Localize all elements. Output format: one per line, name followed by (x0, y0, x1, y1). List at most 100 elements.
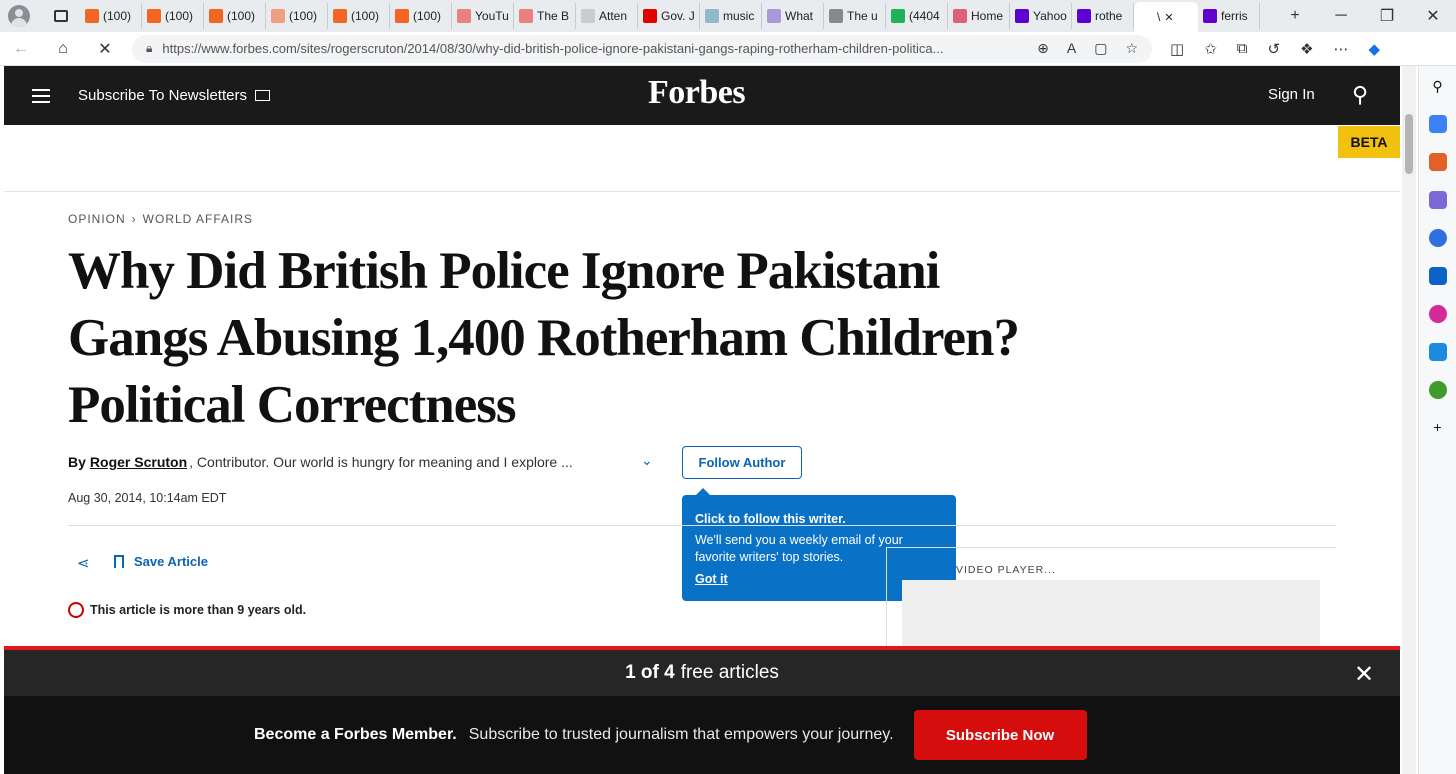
tab-actions-icon[interactable] (54, 10, 68, 22)
free-count: 1 of 4 (625, 662, 675, 683)
sign-in-link[interactable]: Sign In (1268, 86, 1315, 103)
tab-label: rothe (1095, 9, 1123, 23)
grid-icon (829, 9, 843, 23)
byline: By Roger Scruton , Contributor. Our worl… (68, 454, 573, 470)
browser-tab[interactable]: music (700, 3, 762, 29)
browser-tab[interactable]: Home (948, 3, 1010, 29)
byline-by: By (68, 454, 86, 470)
browser-tab[interactable]: YouTu (452, 3, 514, 29)
reader-view-icon[interactable]: ▢ (1094, 40, 1107, 57)
forbes-icon (1139, 10, 1153, 24)
restore-icon[interactable]: ❐ (1364, 6, 1410, 26)
search-ai-icon[interactable]: ⚲ (1352, 82, 1368, 108)
url-text[interactable]: https://www.forbes.com/sites/rogerscruto… (162, 41, 1027, 56)
clock-icon (68, 602, 84, 618)
sidebar-tree-icon[interactable] (1428, 381, 1447, 399)
browser-tab[interactable]: Yahoo (1010, 3, 1072, 29)
membership-subtext: Subscribe to trusted journalism that emp… (468, 726, 894, 743)
follow-author-button[interactable]: Follow Author (682, 446, 802, 479)
sidebar-outlook-icon[interactable] (1428, 267, 1447, 285)
copilot-icon[interactable]: ◆ (1369, 40, 1381, 58)
favorite-star-icon[interactable]: ☆ (1125, 40, 1138, 57)
paywall-banner: 1 of 4 free articles ✕ Become a Forbes M… (4, 646, 1400, 774)
beta-badge[interactable]: BETA (1338, 126, 1400, 158)
split-screen-icon[interactable]: ◫ (1170, 40, 1184, 58)
back-icon[interactable]: ← (0, 40, 42, 58)
close-tab-icon[interactable]: ✕ (1164, 11, 1173, 24)
forbes-page: Subscribe To Newsletters Forbes Sign In … (4, 66, 1400, 774)
browser-tab[interactable]: ferris (1198, 3, 1260, 29)
favorites-icon[interactable]: ✩ (1204, 40, 1217, 58)
url-field[interactable]: 🔒︎ https://www.forbes.com/sites/rogerscr… (132, 34, 1152, 63)
read-aloud-icon[interactable]: A (1067, 40, 1076, 57)
substack-icon (209, 9, 223, 23)
free-articles-bar: 1 of 4 free articles ✕ (4, 650, 1400, 696)
sidebar-games-icon[interactable] (1428, 191, 1447, 209)
tab-label: The B (537, 9, 570, 23)
sidebar-search-icon[interactable]: ⚲ (1432, 78, 1442, 95)
browser-tab[interactable]: Gov. J (638, 3, 700, 29)
collections-icon[interactable]: ⧉ (1237, 40, 1248, 58)
save-article-button[interactable]: Save Article (114, 554, 208, 569)
author-description: , Contributor. Our world is hungry for m… (189, 454, 573, 470)
breadcrumb-world-affairs[interactable]: WORLD AFFAIRS (143, 212, 253, 226)
minimize-icon[interactable]: ─ (1318, 7, 1364, 25)
got-it-link[interactable]: Got it (695, 571, 728, 588)
breadcrumb: OPINION › WORLD AFFAIRS (68, 212, 253, 226)
zoom-icon[interactable]: ⊕ (1037, 40, 1049, 57)
share-icon[interactable]: ⋖ (77, 554, 90, 572)
history-icon[interactable]: ↺ (1267, 40, 1280, 58)
page-scrollbar[interactable] (1402, 66, 1416, 774)
save-article-label: Save Article (134, 554, 208, 569)
browser-tab[interactable]: What (762, 3, 824, 29)
tab-label: (100) (103, 9, 132, 23)
sidebar-add-icon[interactable]: + (1433, 419, 1441, 435)
new-tab-icon[interactable]: + (1272, 7, 1318, 25)
tab-label: \ (1157, 10, 1161, 24)
home-icon[interactable]: ⌂ (42, 40, 84, 58)
sidebar-telegram-icon[interactable] (1428, 343, 1447, 361)
browser-tab[interactable]: (100) (328, 3, 390, 29)
browser-tab[interactable]: (100) (204, 3, 266, 29)
breadcrumb-opinion[interactable]: OPINION (68, 212, 126, 226)
subscribe-now-button[interactable]: Subscribe Now (913, 710, 1087, 760)
extensions-icon[interactable]: ❖ (1300, 40, 1313, 58)
forbes-logo[interactable]: Forbes (648, 74, 746, 112)
tab-label: Yahoo (1033, 9, 1067, 23)
browser-tab-bar: (100) (100) (100) (100) (100) (100) YouTu The B… (0, 0, 1456, 32)
sidebar-shopping-icon[interactable] (1428, 115, 1447, 133)
tab-label: YouTu (475, 9, 509, 23)
chevron-down-icon[interactable]: ⌄ (641, 452, 653, 469)
browser-tab[interactable]: (4404 (886, 3, 948, 29)
sidebar-copilot-icon[interactable] (1428, 229, 1447, 247)
site-header: Subscribe To Newsletters Forbes Sign In … (4, 66, 1400, 125)
close-paywall-icon[interactable]: ✕ (1354, 660, 1374, 689)
sidebar-tools-icon[interactable] (1428, 153, 1447, 171)
address-bar-row: ← ⌂ ✕ 🔒︎ https://www.forbes.com/sites/ro… (0, 32, 1456, 66)
browser-tab[interactable]: (100) (80, 3, 142, 29)
scrollbar-thumb[interactable] (1405, 114, 1413, 174)
profile-avatar-icon[interactable] (8, 5, 30, 27)
browser-tab[interactable]: (100) (390, 3, 452, 29)
browser-tab[interactable]: The u (824, 3, 886, 29)
browser-tab[interactable]: (100) (266, 3, 328, 29)
video-player-label: VIDEO PLAYER... (956, 564, 1056, 576)
browser-tab[interactable]: (100) (142, 3, 204, 29)
browser-tab[interactable]: The B (514, 3, 576, 29)
stop-loading-icon[interactable]: ✕ (84, 39, 126, 59)
more-menu-icon[interactable]: ⋯ (1334, 40, 1349, 58)
menu-hamburger-icon[interactable] (32, 88, 50, 103)
publish-date: Aug 30, 2014, 10:14am EDT (68, 491, 227, 505)
browser-tab[interactable]: rothe (1072, 3, 1134, 29)
browser-tab[interactable]: \ ✕ (1134, 2, 1198, 32)
shield-icon (767, 9, 781, 23)
lock-icon[interactable]: 🔒︎ (146, 41, 152, 56)
subscribe-newsletters-button[interactable]: Subscribe To Newsletters (78, 87, 270, 104)
close-window-icon[interactable]: ✕ (1410, 6, 1456, 26)
free-articles-label: free articles (680, 662, 779, 683)
youtube-icon (643, 9, 657, 23)
yahoo-icon (1203, 9, 1217, 23)
sidebar-designer-icon[interactable] (1428, 305, 1447, 323)
browser-tab[interactable]: Atten (576, 3, 638, 29)
author-link[interactable]: Roger Scruton (90, 454, 187, 470)
